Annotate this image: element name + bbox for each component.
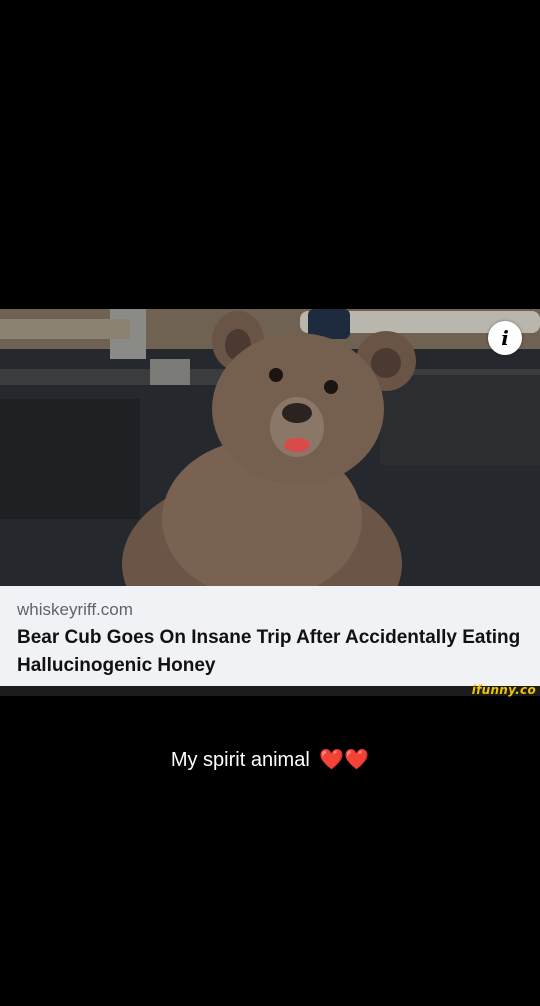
heart-emoji-icons: ❤️❤️ xyxy=(319,749,370,771)
bear-cub-image[interactable]: i xyxy=(0,309,540,586)
info-icon[interactable]: i xyxy=(488,321,522,355)
ifunny-watermark: ifunny.co xyxy=(471,683,536,697)
bear-cub-illustration xyxy=(0,309,540,586)
link-preview-card[interactable]: whiskeyriff.com Bear Cub Goes On Insane … xyxy=(0,586,540,686)
image-bottom-strip xyxy=(0,686,540,696)
caption-text: My spirit animal xyxy=(170,749,310,771)
post-caption: My spirit animal ❤️❤️ xyxy=(0,745,540,775)
link-domain: whiskeyriff.com xyxy=(17,600,133,619)
link-headline: Bear Cub Goes On Insane Trip After Accid… xyxy=(17,627,521,676)
